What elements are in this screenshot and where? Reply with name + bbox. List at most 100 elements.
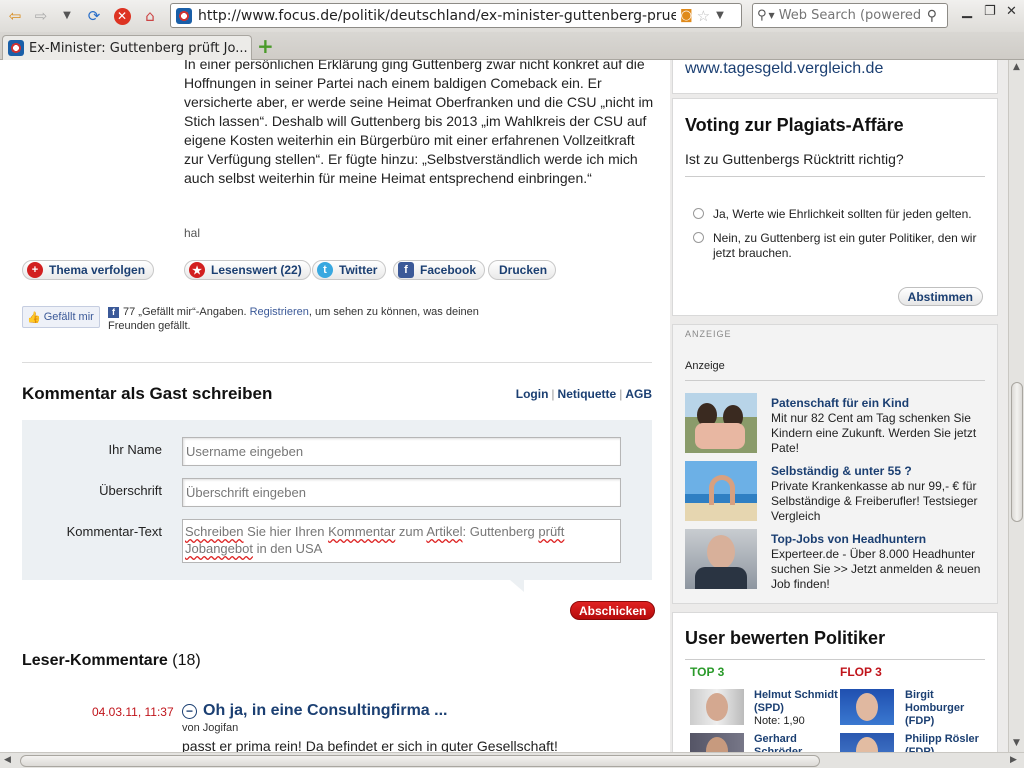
ad-image-children[interactable]: [685, 393, 757, 453]
ad-title[interactable]: Top-Jobs von Headhuntern: [771, 532, 926, 546]
url-dropdown-icon[interactable]: ▼: [716, 10, 724, 21]
back-icon[interactable]: ⇦: [4, 5, 26, 27]
person-figure: [709, 475, 735, 505]
bookmark-star-icon[interactable]: ☆: [697, 7, 710, 25]
like-label: Gefällt mir: [43, 311, 94, 323]
politician-name[interactable]: Philipp Rösler (FDP): [905, 733, 989, 752]
comment-date: 04.03.11, 11:37: [92, 705, 174, 719]
like-count: 77 „Gefällt mir“-Angaben.: [123, 306, 247, 318]
navigation-toolbar: ⇦ ⇨ ▼ ⟳ ✕ ⌂ http://www.focus.de/politik/…: [0, 0, 1024, 32]
article-paragraph: In einer persönlichen Erklärung ging Gut…: [184, 60, 654, 186]
vote-button[interactable]: Abstimmen: [897, 287, 983, 306]
forward-icon[interactable]: ⇨: [30, 5, 52, 27]
comment-text-label: Kommentar-Text: [66, 524, 162, 539]
follow-topic-button[interactable]: + Thema verfolgen: [22, 260, 155, 280]
tab-article[interactable]: Ex-Minister: Guttenberg prüft Jo...: [2, 35, 252, 60]
politician-name[interactable]: Helmut Schmidt (SPD): [754, 689, 838, 715]
name-input[interactable]: Username eingeben: [182, 437, 621, 466]
facebook-button[interactable]: f Facebook: [393, 260, 486, 280]
login-link[interactable]: Login: [516, 387, 549, 401]
form-tail: [510, 580, 524, 592]
stop-icon[interactable]: ✕: [111, 5, 133, 27]
register-link[interactable]: Registrieren: [250, 306, 309, 318]
horizontal-scroll-thumb[interactable]: [20, 755, 820, 767]
horizontal-scrollbar[interactable]: ◀ ▶: [0, 752, 1024, 768]
url-bar[interactable]: http://www.focus.de/politik/deutschland/…: [170, 3, 742, 28]
search-icon[interactable]: ⚲: [927, 8, 937, 24]
politician-photo[interactable]: [840, 733, 894, 752]
tagesgeld-link[interactable]: www.tagesgeld.vergleich.de: [685, 60, 883, 78]
ad-title[interactable]: Patenschaft für ein Kind: [771, 396, 909, 410]
star-icon: ★: [189, 262, 205, 278]
search-bar[interactable]: ⚲ ▼ ⚲: [752, 3, 948, 28]
scroll-left-icon[interactable]: ◀: [4, 755, 11, 765]
ad-title[interactable]: Selbständig & unter 55 ?: [771, 464, 912, 478]
netiquette-link[interactable]: Netiquette: [558, 387, 617, 401]
maximize-icon[interactable]: ❐: [984, 4, 996, 19]
search-engine-dropdown-icon[interactable]: ▼: [769, 11, 775, 20]
ad-caption: ANZEIGE: [685, 329, 732, 339]
voting-question: Ist zu Guttenbergs Rücktritt richtig?: [685, 151, 904, 167]
vertical-scrollbar[interactable]: ▲ ▼: [1008, 60, 1024, 752]
sidebar: www.tagesgeld.vergleich.de Voting zur Pl…: [670, 60, 1008, 752]
facebook-label: Facebook: [420, 263, 477, 277]
facebook-like-button[interactable]: 👍 Gefällt mir: [22, 306, 100, 328]
twitter-button[interactable]: t Twitter: [312, 260, 387, 280]
recommend-button[interactable]: ★ Lesenswert (22): [184, 260, 311, 280]
minimize-icon[interactable]: ▁: [962, 4, 972, 19]
twitter-icon: t: [317, 262, 333, 278]
text-part: zum: [395, 524, 427, 539]
close-window-icon[interactable]: ✕: [1006, 4, 1017, 19]
site-favicon-icon: [176, 7, 192, 24]
ad-body: Private Krankenkasse ab nur 99,- € für S…: [771, 479, 978, 523]
thumbs-up-icon: 👍: [27, 311, 41, 324]
spell-word: Schreiben: [185, 524, 244, 539]
facebook-icon: f: [398, 262, 414, 278]
spell-word: Artikel: [426, 524, 463, 539]
recommend-label: Lesenswert (22): [211, 263, 302, 277]
subject-label: Überschrift: [99, 483, 162, 498]
face-figure: [706, 693, 728, 721]
rss-icon[interactable]: ◙: [680, 8, 693, 23]
comment-title[interactable]: − Oh ja, in eine Consultingfirma ...: [182, 702, 447, 720]
politician-photo[interactable]: [690, 733, 744, 752]
collapse-icon[interactable]: −: [182, 703, 197, 719]
comment-title-text[interactable]: Oh ja, in eine Consultingfirma ...: [203, 702, 447, 720]
suit-figure: [695, 567, 747, 589]
ad-image-man[interactable]: [685, 529, 757, 589]
face-figure: [856, 737, 878, 752]
comment-textarea[interactable]: Schreiben Sie hier Ihren Kommentar zum A…: [182, 519, 621, 563]
scroll-down-icon[interactable]: ▼: [1013, 738, 1020, 748]
politician-ratings-title: User bewerten Politiker: [685, 628, 886, 648]
submit-comment-button[interactable]: Abschicken: [570, 601, 656, 620]
politician-ratings-box: User bewerten Politiker TOP 3 FLOP 3 Hel…: [672, 612, 998, 752]
ad-body: Experteer.de - Über 8.000 Headhunter suc…: [771, 547, 981, 591]
comment-body: passt er prima rein! Da befindet er sich…: [182, 738, 558, 752]
print-label: Drucken: [499, 263, 548, 277]
history-dropdown-icon[interactable]: ▼: [56, 5, 78, 27]
search-input[interactable]: [778, 8, 927, 23]
new-tab-icon[interactable]: +: [257, 36, 275, 56]
comment-form: Ihr Name Username eingeben Überschrift Ü…: [22, 420, 652, 580]
divider: [685, 380, 985, 381]
politician-name[interactable]: Gerhard Schröder: [754, 733, 838, 752]
vote-option-no-radio[interactable]: [693, 232, 704, 243]
url-text[interactable]: http://www.focus.de/politik/deutschland/…: [198, 8, 676, 24]
vote-option-yes-radio[interactable]: [693, 208, 704, 219]
ads-box: ANZEIGE Anzeige Patenschaft für ein Kind…: [672, 324, 998, 604]
politician-photo[interactable]: [690, 689, 744, 725]
tab-title: Ex-Minister: Guttenberg prüft Jo...: [29, 40, 248, 56]
reload-icon[interactable]: ⟳: [83, 5, 105, 27]
search-engine-icon[interactable]: ⚲: [757, 8, 767, 23]
scroll-up-icon[interactable]: ▲: [1013, 62, 1020, 72]
vote-option-no-label: Nein, zu Guttenberg ist ein guter Politi…: [713, 231, 977, 260]
home-icon[interactable]: ⌂: [139, 5, 161, 27]
print-button[interactable]: Drucken: [488, 260, 557, 280]
politician-photo[interactable]: [840, 689, 894, 725]
vertical-scroll-thumb[interactable]: [1011, 382, 1023, 522]
politician-name[interactable]: Birgit Homburger (FDP): [905, 689, 989, 728]
scroll-right-icon[interactable]: ▶: [1010, 755, 1017, 765]
ad-image-yoga[interactable]: [685, 461, 757, 521]
subject-input[interactable]: Überschrift eingeben: [182, 478, 621, 507]
agb-link[interactable]: AGB: [625, 387, 652, 401]
